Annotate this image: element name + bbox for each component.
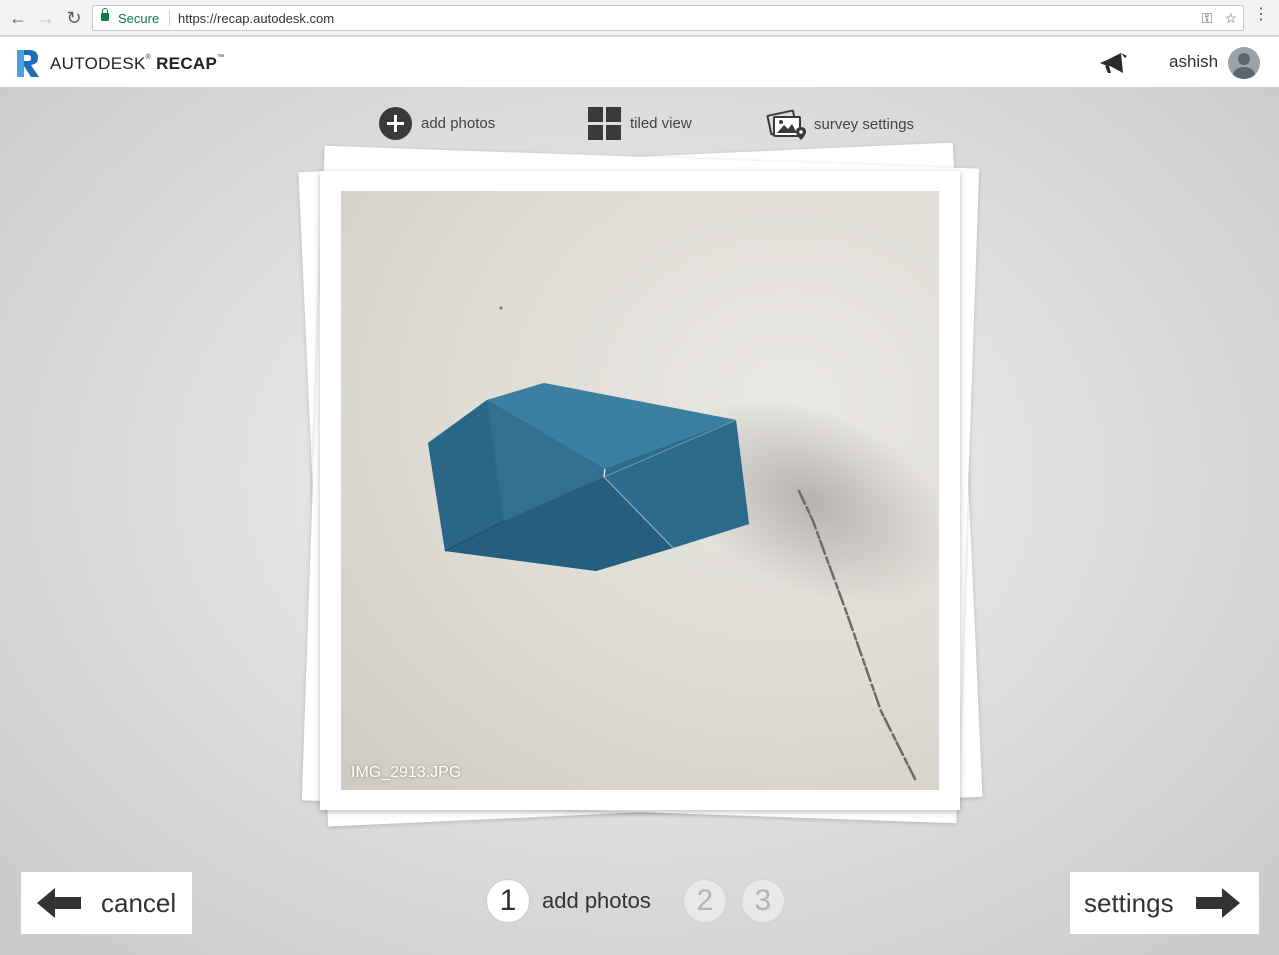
key-icon[interactable]: ⚿ (1202, 10, 1213, 27)
tiled-view-button[interactable]: tiled view (588, 107, 692, 140)
settings-label: settings (1084, 887, 1174, 918)
settings-button[interactable]: settings (1069, 871, 1260, 935)
survey-settings-button[interactable]: survey settings (766, 107, 914, 141)
survey-settings-label: survey settings (814, 115, 915, 133)
photo-preview[interactable]: IMG_2913.JPG (341, 191, 939, 790)
browser-toolbar: ← → ↻ Secure https://recap.autodesk.com … (0, 0, 1279, 36)
arrow-right-icon (1195, 888, 1240, 918)
grid-icon (588, 107, 621, 140)
tiled-view-label: tiled view (630, 115, 692, 132)
back-arrow-icon[interactable]: ← (6, 6, 30, 30)
address-bar[interactable]: Secure https://recap.autodesk.com ⚿ ☆ (92, 5, 1244, 31)
add-photos-button[interactable]: add photos (379, 107, 495, 140)
forward-arrow-icon[interactable]: → (34, 6, 58, 30)
photo-filename: IMG_2913.JPG (351, 764, 462, 781)
more-vert-icon[interactable]: ⋮ (1253, 7, 1269, 23)
megaphone-icon[interactable] (1097, 51, 1127, 75)
brand-title: AUTODESK® RECAP™ (50, 54, 225, 73)
step-1[interactable]: 1 (486, 879, 530, 923)
add-circle-icon (379, 107, 412, 140)
username[interactable]: ashish (1169, 52, 1218, 72)
recap-logo-icon[interactable] (15, 48, 41, 78)
step-1-label: add photos (542, 888, 651, 913)
cancel-button[interactable]: cancel (20, 871, 193, 935)
lock-icon (101, 8, 109, 21)
avatar[interactable] (1228, 47, 1260, 79)
arrow-left-icon (37, 888, 81, 918)
photo-location-icon (766, 109, 806, 140)
brand-autodesk: AUTODESK (50, 54, 146, 73)
brand-recap: RECAP (156, 54, 218, 73)
step-indicator: 1 add photos 2 3 (486, 879, 785, 923)
photo-card[interactable]: IMG_2913.JPG (320, 171, 960, 810)
cancel-label: cancel (101, 887, 177, 918)
url-text[interactable]: https://recap.autodesk.com (178, 11, 334, 26)
app-header: AUTODESK® RECAP™ ashish (0, 37, 1279, 87)
step-2[interactable]: 2 (682, 879, 727, 923)
star-icon[interactable]: ☆ (1224, 10, 1237, 27)
reload-icon[interactable]: ↻ (62, 6, 86, 30)
main-area: add photos tiled view survey settings IM… (0, 87, 1279, 955)
add-photos-label: add photos (421, 115, 496, 132)
step-3[interactable]: 3 (740, 879, 785, 923)
secure-label: Secure (118, 11, 160, 26)
address-separator (169, 10, 170, 26)
photo-image (428, 306, 939, 783)
